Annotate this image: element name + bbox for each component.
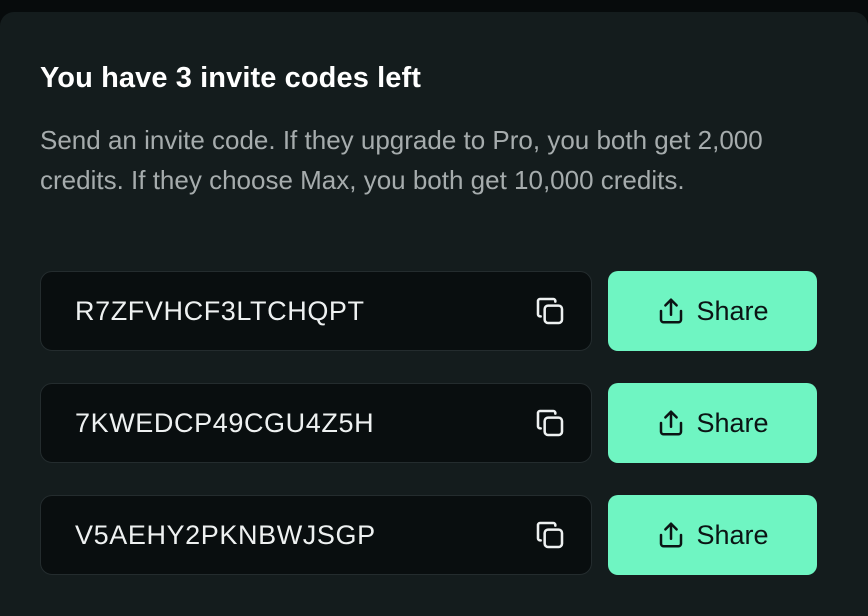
invite-code-row: 7KWEDCP49CGU4Z5H Share (40, 383, 817, 463)
invite-description: Send an invite code. If they upgrade to … (40, 125, 763, 195)
copy-button[interactable] (533, 518, 567, 552)
invite-code-text: V5AEHY2PKNBWJSGP (75, 519, 376, 550)
invite-title: You have 3 invite codes left (40, 62, 421, 94)
copy-icon (536, 409, 564, 437)
share-upload-icon (656, 296, 686, 326)
share-button[interactable]: Share (608, 495, 817, 575)
share-upload-icon (656, 520, 686, 550)
invite-code-field: R7ZFVHCF3LTCHQPT (40, 271, 592, 351)
share-button-label: Share (696, 295, 769, 326)
invite-code-text: 7KWEDCP49CGU4Z5H (75, 407, 375, 438)
invite-panel: You have 3 invite codes left Send an inv… (0, 12, 868, 616)
share-upload-icon (656, 408, 686, 438)
invite-code-row: V5AEHY2PKNBWJSGP Share (40, 495, 817, 575)
invite-code-field: 7KWEDCP49CGU4Z5H (40, 383, 592, 463)
invite-code-field: V5AEHY2PKNBWJSGP (40, 495, 592, 575)
invite-code-row: R7ZFVHCF3LTCHQPT Share (40, 271, 817, 351)
copy-button[interactable] (533, 294, 567, 328)
copy-button[interactable] (533, 406, 567, 440)
share-button-label: Share (696, 407, 769, 438)
share-button-label: Share (696, 519, 769, 550)
invite-code-text: R7ZFVHCF3LTCHQPT (75, 295, 365, 326)
copy-icon (536, 521, 564, 549)
share-button[interactable]: Share (608, 271, 817, 351)
share-button[interactable]: Share (608, 383, 817, 463)
copy-icon (536, 297, 564, 325)
invite-code-list: R7ZFVHCF3LTCHQPT Share 7KWEDCP49CGU4Z5H … (40, 271, 817, 607)
